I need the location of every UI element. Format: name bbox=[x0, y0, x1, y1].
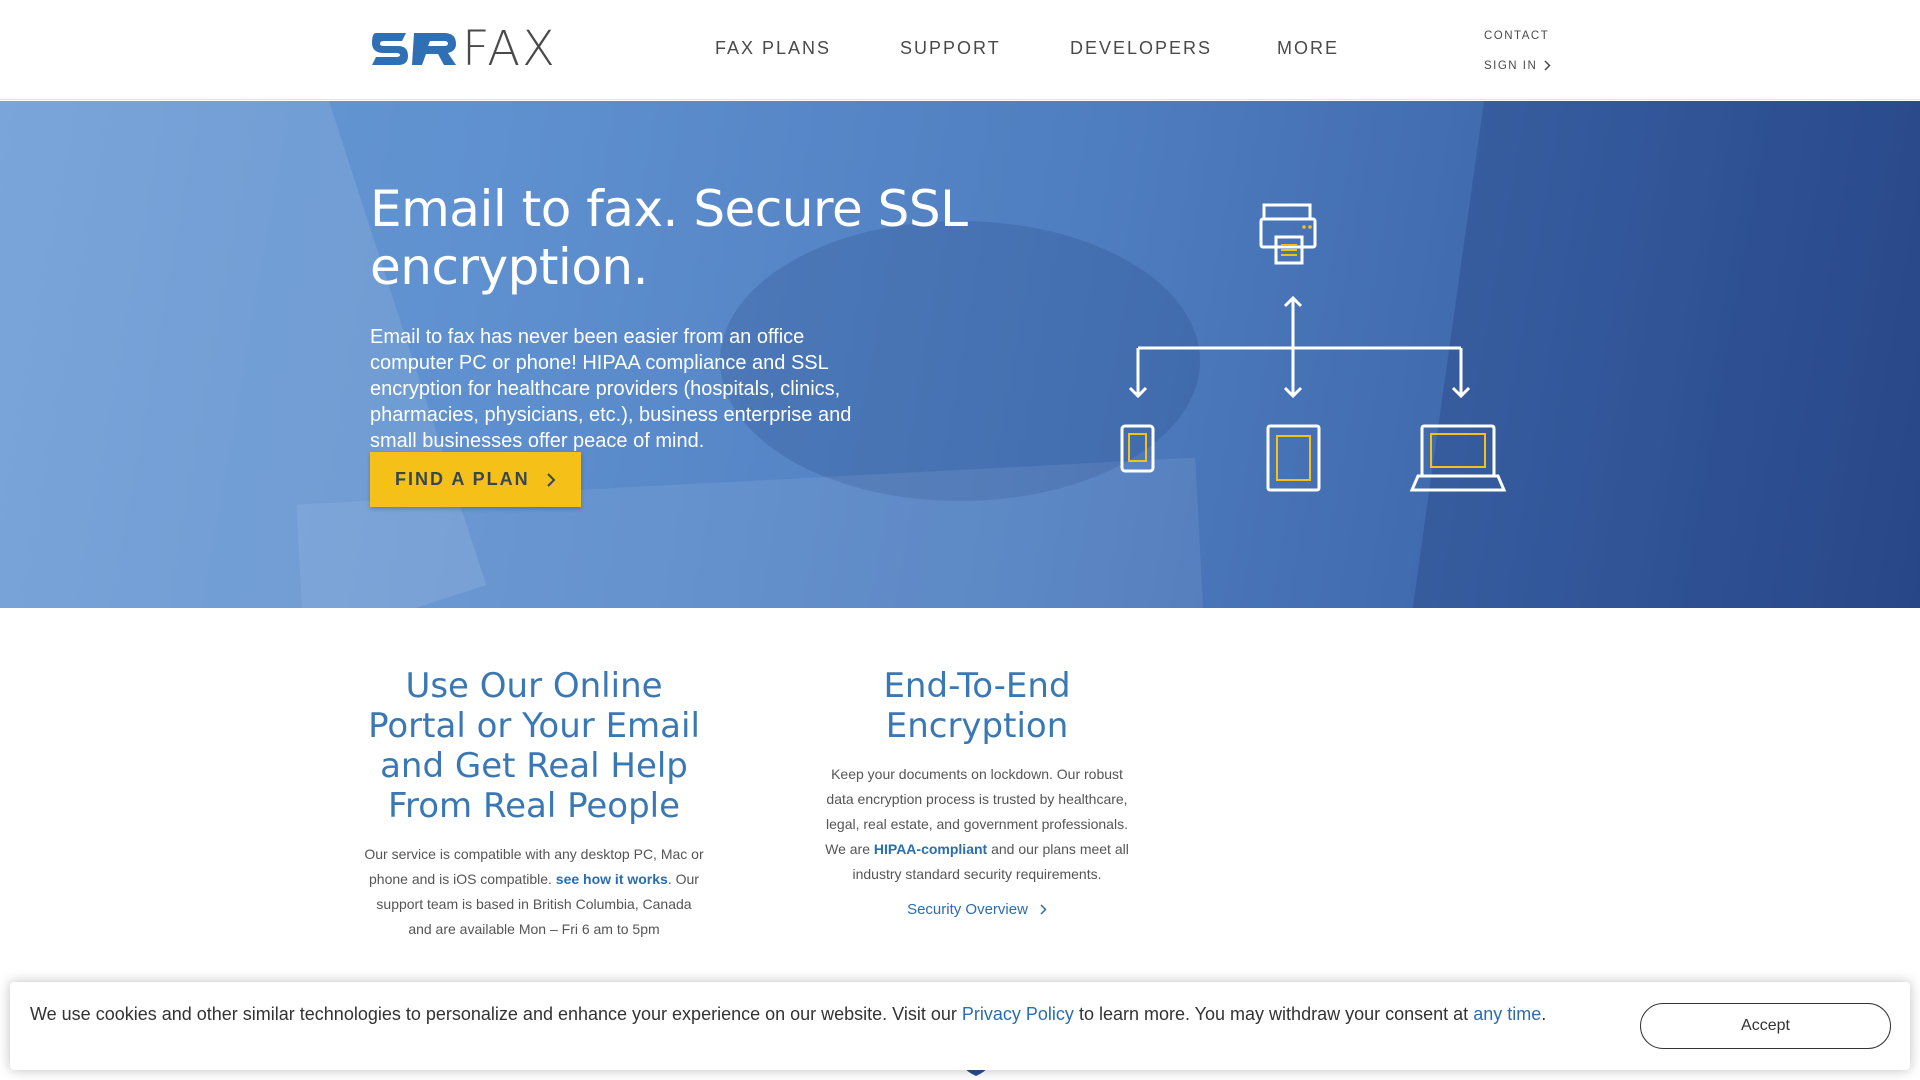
security-overview-label: Security Overview bbox=[907, 901, 1028, 918]
feature-encryption-text: Keep your documents on lockdown. Our rob… bbox=[820, 762, 1134, 887]
feature-encryption-title: End-To-End Encryption bbox=[883, 666, 1071, 746]
cookie-banner: We use cookies and other similar technol… bbox=[10, 982, 1910, 1070]
logo[interactable]: FAX bbox=[370, 21, 557, 77]
hero-background-shape bbox=[720, 221, 1200, 501]
site-header: FAX FAX PLANS SUPPORT DEVELOPERS MORE CO… bbox=[0, 0, 1920, 100]
hero-banner bbox=[0, 101, 1920, 608]
find-a-plan-button[interactable]: FIND A PLAN bbox=[370, 452, 581, 507]
feature-encryption: End-To-End Encryption Keep your document… bbox=[820, 666, 1134, 919]
chevron-right-icon bbox=[546, 472, 556, 487]
signin-label: SIGN IN bbox=[1484, 59, 1538, 72]
hero-background-shape bbox=[1410, 101, 1920, 608]
nav-more[interactable]: MORE bbox=[1277, 38, 1339, 59]
cookie-text-part: We use cookies and other similar technol… bbox=[30, 1004, 957, 1024]
utility-links: CONTACT SIGN IN bbox=[1484, 28, 1551, 88]
see-how-it-works-link[interactable]: see how it works bbox=[556, 871, 668, 887]
nav-developers[interactable]: DEVELOPERS bbox=[1070, 38, 1212, 59]
chevron-right-icon bbox=[1544, 60, 1551, 71]
logo-text: FAX bbox=[462, 21, 557, 77]
contact-link[interactable]: CONTACT bbox=[1484, 28, 1551, 43]
privacy-policy-link[interactable]: Privacy Policy bbox=[962, 1004, 1074, 1024]
contact-label: CONTACT bbox=[1484, 29, 1550, 42]
feature-portal-title: Use Our Online Portal or Your Email and … bbox=[368, 666, 700, 826]
accept-cookies-button[interactable]: Accept bbox=[1640, 1003, 1891, 1049]
cookie-message: We use cookies and other similar technol… bbox=[30, 1004, 1546, 1025]
hipaa-compliant-link[interactable]: HIPAA-compliant bbox=[874, 841, 987, 857]
nav-fax-plans[interactable]: FAX PLANS bbox=[715, 38, 831, 59]
find-a-plan-label: FIND A PLAN bbox=[395, 469, 530, 489]
nav-support[interactable]: SUPPORT bbox=[900, 38, 1001, 59]
cookie-text-part: . bbox=[1541, 1004, 1547, 1024]
chevron-right-icon bbox=[1040, 904, 1047, 915]
cookie-text-part: to learn more. You may withdraw your con… bbox=[1078, 1004, 1469, 1024]
feature-online-portal: Use Our Online Portal or Your Email and … bbox=[364, 666, 704, 942]
sr-logo-mark bbox=[372, 33, 456, 65]
any-time-link[interactable]: any time bbox=[1473, 1004, 1541, 1024]
signin-link[interactable]: SIGN IN bbox=[1484, 58, 1551, 73]
security-overview-link[interactable]: Security Overview bbox=[907, 901, 1047, 918]
feature-portal-text: Our service is compatible with any deskt… bbox=[364, 842, 704, 942]
